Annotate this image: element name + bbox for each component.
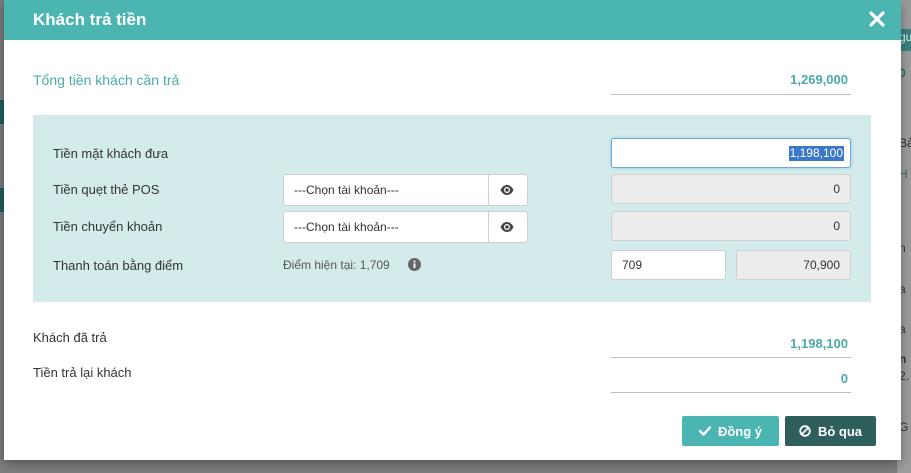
pos-label: Tiền quẹt thẻ POS [53, 182, 160, 197]
confirm-button[interactable]: Đồng ý [682, 416, 779, 446]
paid-label: Khách đã trả [33, 330, 107, 345]
points-used-input[interactable]: 709 [611, 250, 726, 280]
pos-account-select[interactable]: ---Chọn tài khoản--- [283, 174, 528, 206]
cash-input[interactable]: 1,198,100 [611, 138, 851, 168]
skip-button[interactable]: Bỏ qua [785, 416, 876, 446]
change-value: 0 [840, 371, 848, 386]
eye-icon[interactable] [488, 175, 527, 205]
eye-icon[interactable] [488, 212, 527, 242]
transfer-label: Tiền chuyển khoản [53, 219, 163, 234]
skip-button-label: Bỏ qua [817, 423, 863, 439]
paid-value: 1,198,100 [790, 336, 848, 351]
pos-account-placeholder: ---Chọn tài khoản--- [294, 183, 399, 197]
payment-modal: Khách trả tiền Tổng tiền khách cần trả 1… [4, 0, 901, 460]
cash-value: 1,198,100 [788, 146, 844, 161]
modal-title: Khách trả tiền [33, 10, 147, 29]
transfer-account-select[interactable]: ---Chọn tài khoản--- [283, 211, 528, 243]
divider [611, 392, 851, 393]
divider [611, 94, 851, 95]
current-points: Điểm hiện tại: 1,709 [283, 258, 390, 272]
transfer-amount-input[interactable]: 0 [611, 211, 851, 241]
transfer-account-placeholder: ---Chọn tài khoản--- [294, 220, 399, 234]
ban-icon [799, 425, 811, 437]
points-label: Thanh toán bằng điểm [53, 258, 184, 273]
confirm-button-label: Đồng ý [717, 423, 763, 439]
total-due-value: 1,269,000 [790, 72, 848, 87]
change-label: Tiền trả lại khách [33, 365, 132, 380]
info-icon[interactable] [408, 258, 421, 271]
total-due-label: Tổng tiền khách cần trả [33, 72, 180, 88]
points-amount-input[interactable]: 70,900 [736, 250, 851, 280]
check-icon [698, 426, 711, 436]
pos-amount-input[interactable]: 0 [611, 174, 851, 204]
close-icon[interactable] [867, 9, 887, 29]
modal-header: Khách trả tiền [4, 0, 901, 40]
cash-label: Tiền mặt khách đưa [53, 146, 169, 161]
divider [611, 357, 851, 358]
